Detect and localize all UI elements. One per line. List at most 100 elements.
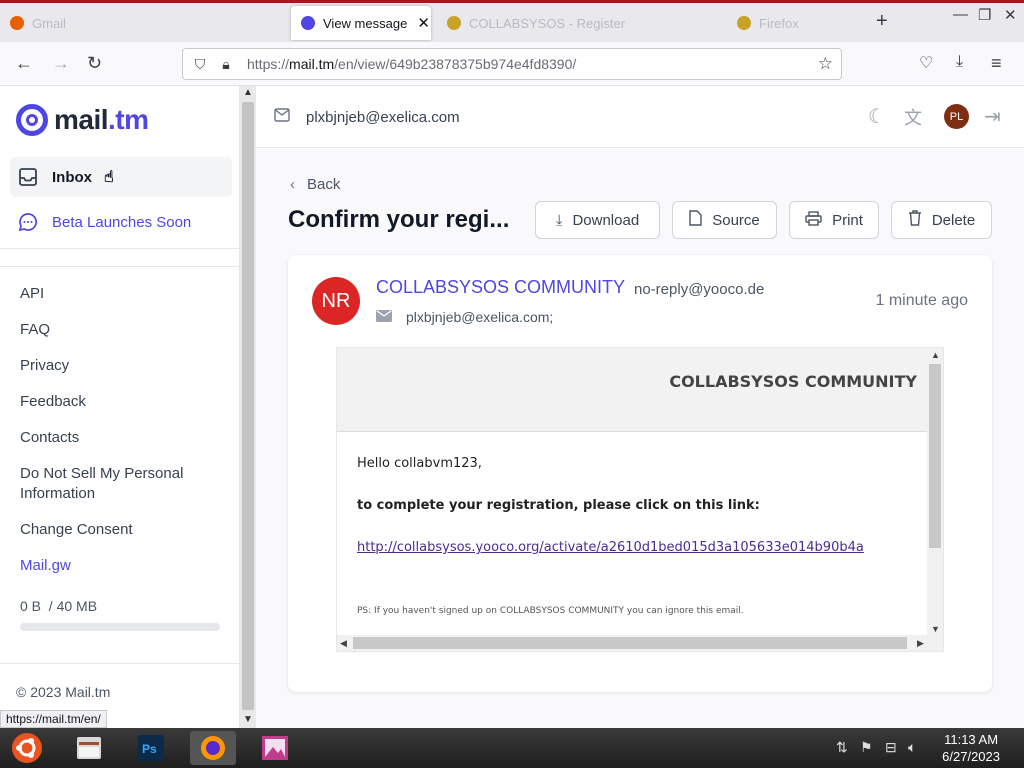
email-brand: COLLABSYSOS COMMUNITY [669, 372, 917, 391]
divider [0, 663, 240, 664]
tab-firefox[interactable]: Firefox [727, 6, 867, 40]
new-tab-icon[interactable]: + [876, 10, 888, 33]
display-icon[interactable]: ⊟ [885, 739, 897, 756]
forward-arrow-icon[interactable]: → [52, 53, 70, 74]
lock-icon[interactable]: 🔒︎ [213, 56, 239, 73]
envelope-icon [376, 309, 392, 325]
scroll-down-icon[interactable]: ▼ [243, 714, 253, 725]
status-bar-url: https://mail.tm/en/ [0, 710, 107, 728]
delete-button[interactable]: Delete [891, 201, 992, 239]
file-manager-icon[interactable] [66, 731, 112, 765]
bookmark-star-icon[interactable]: ☆ [818, 54, 833, 74]
print-button[interactable]: Print [789, 201, 879, 239]
email-greeting: Hello collabvm123, [357, 456, 482, 471]
chat-bubble-icon [18, 212, 38, 232]
system-clock[interactable]: 11:13 AM 6/27/2023 [942, 731, 1000, 765]
recipient: plxbjnjeb@exelica.com; [376, 309, 553, 325]
close-window-icon[interactable]: ✕ [1004, 6, 1017, 24]
sidebar: mail.tm Inbox ☝︎ Beta Launches Soon API … [0, 86, 240, 728]
scroll-right-icon[interactable]: ▶ [917, 638, 924, 649]
tab-view-message[interactable]: View message ✕ [291, 6, 431, 40]
chevron-left-icon: ‹ [290, 176, 295, 193]
firefox-icon [10, 16, 24, 30]
menu-icon[interactable]: ≡ [991, 53, 1002, 74]
page-title: Confirm your regi... [288, 206, 510, 233]
scroll-thumb[interactable] [929, 364, 941, 548]
scroll-up-icon[interactable]: ▲ [931, 350, 940, 360]
translate-icon[interactable]: 文 [904, 104, 922, 130]
file-icon [689, 210, 702, 230]
svg-text:Ps: Ps [142, 742, 157, 756]
link-do-not-sell[interactable]: Do Not Sell My Personal Information [20, 464, 200, 504]
link-change-consent[interactable]: Change Consent [20, 520, 220, 540]
download-icon: ⤓ [555, 211, 563, 229]
avatar[interactable]: PL [944, 104, 969, 129]
link-contacts[interactable]: Contacts [20, 428, 220, 448]
logo[interactable]: mail.tm [16, 104, 149, 136]
back-link[interactable]: ‹ Back [290, 176, 340, 193]
storage-bar [20, 623, 220, 631]
link-privacy[interactable]: Privacy [20, 356, 220, 376]
url-text: https://mail.tm/en/view/649b23878375b974… [247, 56, 577, 72]
scroll-up-icon[interactable]: ▲ [243, 87, 253, 98]
logout-icon[interactable]: ⇥ [984, 104, 1001, 129]
link-mail-gw[interactable]: Mail.gw [20, 556, 220, 576]
pocket-icon[interactable]: ♡ [919, 53, 933, 73]
photoshop-icon[interactable]: Ps [128, 731, 174, 765]
shield-icon[interactable]: ⛉ [187, 56, 213, 73]
restore-icon[interactable]: ❐ [978, 6, 991, 24]
mailtm-icon [301, 16, 315, 30]
storage-usage: 0 B / 40 MB [20, 598, 98, 614]
link-faq[interactable]: FAQ [20, 320, 220, 340]
tab-collabsysos[interactable]: COLLABSYSOS - Register [437, 6, 723, 40]
printer-icon [805, 210, 822, 230]
activation-link[interactable]: http://collabsysos.yooco.org/activate/a2… [357, 540, 864, 555]
scroll-thumb[interactable] [353, 637, 907, 649]
firefox-taskbar-icon[interactable] [190, 731, 236, 765]
link-feedback[interactable]: Feedback [20, 392, 220, 412]
scroll-left-icon[interactable]: ◀ [340, 638, 347, 649]
at-logo-icon [16, 104, 48, 136]
divider [0, 266, 240, 267]
email-instruction: to complete your registration, please cl… [357, 498, 760, 513]
sidebar-item-beta[interactable]: Beta Launches Soon [10, 202, 232, 242]
divider [0, 248, 240, 249]
sender-name: COLLABSYSOS COMMUNITY [376, 277, 626, 297]
download-icon[interactable]: ⤓ [956, 53, 963, 71]
windows-flag-icon[interactable]: ⚑ [860, 739, 873, 756]
page-scrollbar[interactable]: ▲ ▼ [240, 86, 256, 728]
navigation-bar: ← → ↻ ⛉ 🔒︎ https://mail.tm/en/view/649b2… [0, 42, 1024, 86]
address-bar[interactable]: ⛉ 🔒︎ https://mail.tm/en/view/649b2387837… [182, 48, 842, 80]
copyright: © 2023 Mail.tm [16, 684, 111, 700]
minimize-icon[interactable]: — [953, 6, 968, 23]
link-api[interactable]: API [20, 284, 220, 304]
reload-icon[interactable]: ↻ [87, 53, 102, 74]
account-email: plxbjnjeb@exelica.com [274, 108, 460, 126]
tab-gmail[interactable]: Gmail [0, 6, 288, 40]
source-button[interactable]: Source [672, 201, 777, 239]
sidebar-item-inbox[interactable]: Inbox ☝︎ [10, 157, 232, 197]
download-button[interactable]: ⤓ Download [535, 201, 660, 239]
network-arrows-icon[interactable]: ⇅ [836, 739, 848, 756]
email-horizontal-scrollbar[interactable]: ◀ ▶ [337, 635, 943, 651]
taskbar: Ps ⇅ ⚑ ⊟ 🔈︎ 11:13 AM 6/27/2023 [0, 728, 1024, 768]
scroll-down-icon[interactable]: ▼ [931, 624, 940, 634]
volume-icon[interactable]: 🔈︎ [908, 739, 916, 756]
header: plxbjnjeb@exelica.com ☾ 文 PL ⇥ [256, 86, 1024, 148]
hand-cursor-icon: ☝︎ [104, 169, 114, 186]
email-footnote: PS: If you haven't signed up on COLLABSY… [357, 606, 744, 616]
sender-address: no-reply@yooco.de [634, 281, 765, 298]
tab-bar: Gmail View message ✕ COLLABSYSOS - Regis… [0, 0, 1024, 42]
trash-icon [908, 210, 922, 230]
email-vertical-scrollbar[interactable]: ▲ ▼ [927, 348, 943, 637]
image-viewer-icon[interactable] [252, 731, 298, 765]
windows-icon [447, 16, 461, 30]
close-tab-icon[interactable]: ✕ [417, 14, 430, 32]
inbox-icon [18, 167, 38, 187]
ubuntu-menu-icon[interactable] [4, 731, 50, 765]
back-arrow-icon[interactable]: ← [15, 53, 33, 74]
scroll-thumb[interactable] [242, 102, 254, 710]
page: mail.tm Inbox ☝︎ Beta Launches Soon API … [0, 86, 1024, 728]
envelope-icon [274, 108, 290, 126]
moon-icon[interactable]: ☾ [868, 104, 886, 129]
